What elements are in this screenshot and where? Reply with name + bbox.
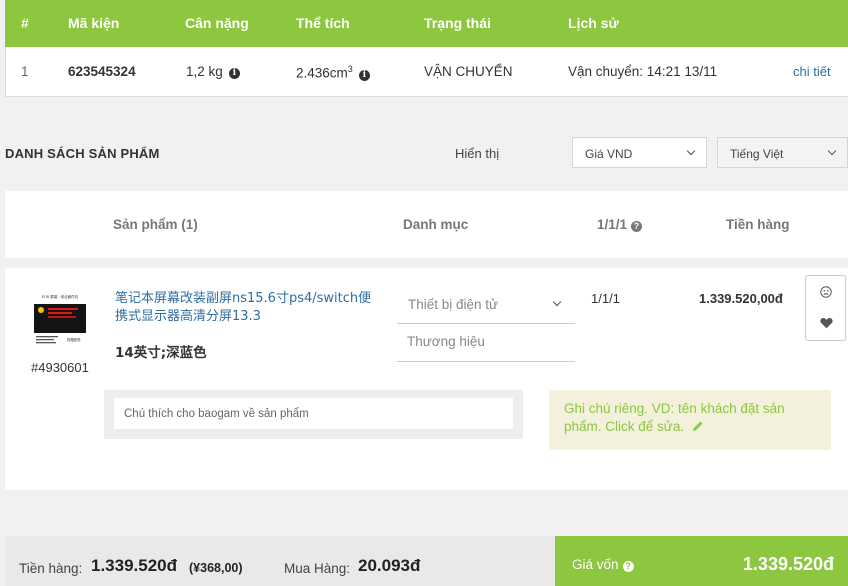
package-table-header: # Mã kiện Cân nặng Thể tích Trạng thái L… [5,0,848,47]
private-note[interactable]: Ghi chú riêng. VD: tên khách đặt sản phẩ… [549,390,831,450]
svg-text:EOR 屏幕 · 综合套件包: EOR 屏幕 · 综合套件包 [42,294,79,299]
chevron-down-icon [827,146,837,156]
chevron-down-icon [686,146,696,156]
chevron-down-icon [552,297,562,307]
col-volume: Thể tích [296,15,350,31]
product-note-input[interactable]: Chú thích cho baogam về sản phẩm [114,398,513,429]
svg-text:规格配件: 规格配件 [67,337,81,342]
package-weight: 1,2 kg i [186,64,240,79]
display-label: Hiển thị [455,146,500,161]
package-status: VẬN CHUYỂN [424,64,513,79]
purchase-fee-label: Mua Hàng: [284,561,351,576]
detail-link[interactable]: chi tiết [793,64,831,79]
cost-value: 1.339.520đ [742,554,834,574]
col-history: Lịch sử [568,15,619,31]
product-thumbnail[interactable]: EOR 屏幕 · 综合套件包 规格配件 [32,291,88,347]
purchase-fee-value: 20.093đ [358,556,421,575]
question-icon[interactable]: ? [622,561,634,572]
product-amount: 1.339.520,00đ [699,291,783,306]
question-icon[interactable]: ? [631,221,643,232]
col-amount: Tiền hàng [726,217,790,232]
subtotal-cny: (¥368,00) [189,561,243,575]
product-list-title: DANH SÁCH SẢN PHẨM [5,146,160,161]
brand-input[interactable]: Thương hiệu [397,326,575,362]
footer-summary: Tiền hàng: 1.339.520đ (¥368,00) Mua Hàng… [5,536,555,586]
pencil-icon [692,421,703,431]
col-package-code: Mã kiện [68,15,120,31]
product-image: EOR 屏幕 · 综合套件包 规格配件 [32,291,88,347]
subtotal-value: 1.339.520đ [91,556,178,575]
language-select[interactable]: Tiếng Việt [717,137,848,168]
col-status: Trạng thái [424,15,491,31]
product-quantity: 1/1/1 [591,291,620,306]
product-name-link[interactable]: 笔记本屏幕改装副屏ns15.6寸ps4/switch便携式显示器高清分屏13.3 [115,290,380,326]
package-code: 623545324 [68,64,136,79]
col-quantity: 1/1/1? [597,217,643,232]
col-product: Sản phẩm (1) [113,217,198,232]
col-index: # [21,15,29,31]
package-index: 1 [21,64,29,79]
col-weight: Cân nặng [185,15,249,31]
product-variant: 14英寸;深蓝色 [115,345,207,361]
sad-face-icon[interactable] [820,286,832,298]
package-volume: 2.436cm3i [296,64,370,81]
product-note-box: Chú thích cho baogam về sản phẩm [104,390,523,439]
package-history: Vận chuyển: 14:21 13/11 [568,64,718,79]
info-icon[interactable]: i [228,68,240,79]
col-category: Danh mục [403,217,469,232]
cost-label: Giá vốn? [572,557,634,572]
info-icon[interactable]: i [358,69,370,81]
product-sku: #4930601 [31,360,89,375]
currency-select[interactable]: Giá VND [572,137,707,168]
package-row: 1 623545324 1,2 kg i 2.436cm3i VẬN CHUYỂN… [5,47,848,97]
category-select[interactable]: Thiết bị điện tử [397,286,575,324]
cost-summary: Giá vốn? 1.339.520đ [555,536,848,586]
product-actions [805,275,846,341]
heart-icon[interactable] [820,317,833,329]
subtotal-label: Tiền hàng: [19,561,83,576]
